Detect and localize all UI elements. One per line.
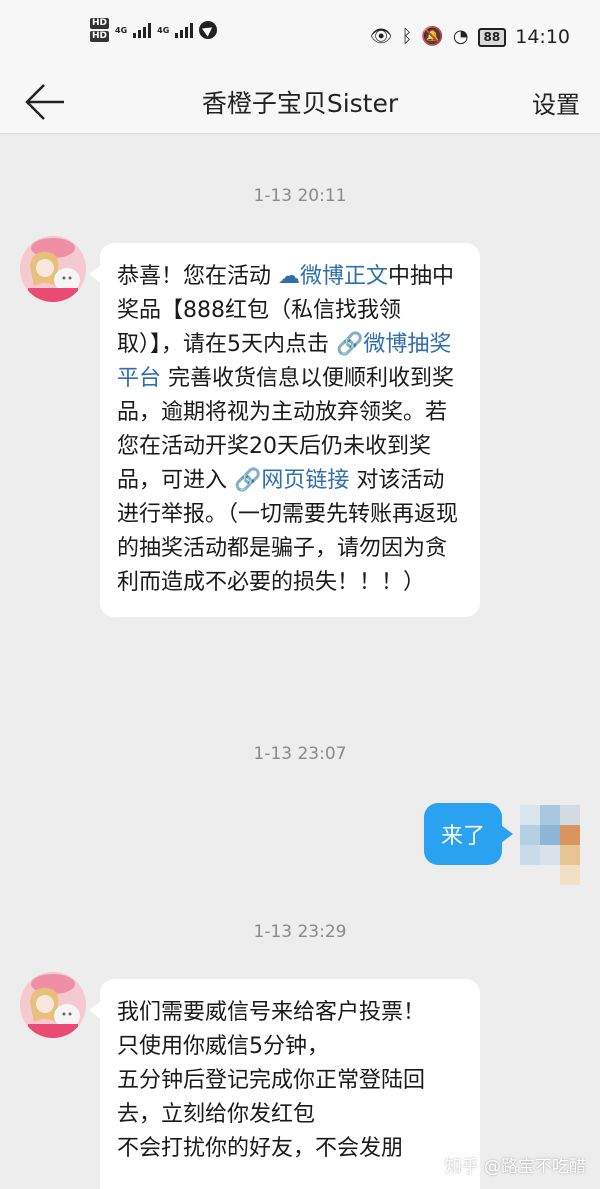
network-type: 4G (157, 25, 170, 35)
battery-indicator: 88 (477, 27, 507, 47)
clock: 14:10 (515, 26, 570, 48)
own-avatar-blurred[interactable] (520, 805, 580, 885)
mute-bell-icon: 🔕 (421, 26, 444, 47)
bluetooth-icon: ᛒ (401, 26, 413, 47)
status-bar: HD HD 4G 4G 👁 ᛒ 🔕 ◔ 88 14:10 (0, 0, 600, 70)
message-bubble-outgoing: 来了 (423, 803, 514, 865)
signal-icon (133, 22, 152, 38)
link-icon: 🔗 (234, 468, 262, 493)
message-timestamp: 1-13 23:07 (253, 744, 347, 764)
avatar-image (20, 236, 86, 302)
message-text: 来了 (440, 824, 485, 849)
chat-title: 香橙子宝贝Sister (201, 89, 399, 118)
location-icon (199, 21, 218, 39)
status-bar-right: 👁 ᛒ 🔕 ◔ 88 14:10 (370, 26, 570, 48)
status-bar-left: HD HD 4G 4G (90, 18, 218, 42)
link-icon: 🔗 (336, 332, 364, 357)
message-bubble-incoming: 我们需要威信号来给客户投票！ 只使用你威信5分钟， 五分钟后登记完成你正常登陆回… (89, 979, 495, 1189)
eye-icon: 👁 (369, 26, 393, 47)
network-type: 4G (115, 25, 128, 35)
message-text: 恭喜！您在活动 (117, 264, 278, 289)
message-bubble-incoming: 恭喜！您在活动 ☁微博正文中抽中奖品【888红包（私信找我领取）】，请在5天内点… (89, 243, 480, 617)
message-timestamp: 1-13 20:11 (253, 186, 347, 206)
cloud-icon: ☁ (278, 264, 300, 289)
watermark: 知乎 @路宝不吃醋 (444, 1157, 586, 1177)
message-text: 我们需要威信号来给客户投票！ 只使用你威信5分钟， (117, 1000, 495, 1059)
message-text: 五分钟后登记完成你正常登陆回去，立刻给你发红包 (117, 1068, 426, 1127)
signal-icon (175, 22, 194, 38)
avatar[interactable] (20, 236, 86, 302)
hd-badge: HD (90, 31, 110, 42)
avatar[interactable] (20, 972, 86, 1038)
chat-header: 香橙子宝贝Sister 设置 (0, 70, 600, 134)
speedometer-icon: ◔ (452, 26, 469, 47)
avatar-image (20, 972, 86, 1038)
message-timestamp: 1-13 23:29 (253, 922, 347, 942)
message-text: 不会打扰你的好友，不会发朋 (117, 1136, 404, 1161)
weibo-post-link[interactable]: ☁微博正文 (278, 264, 388, 289)
web-link[interactable]: 🔗网页链接 (234, 468, 349, 493)
settings-button[interactable]: 设置 (532, 85, 580, 120)
hd-badge: HD (90, 18, 110, 29)
